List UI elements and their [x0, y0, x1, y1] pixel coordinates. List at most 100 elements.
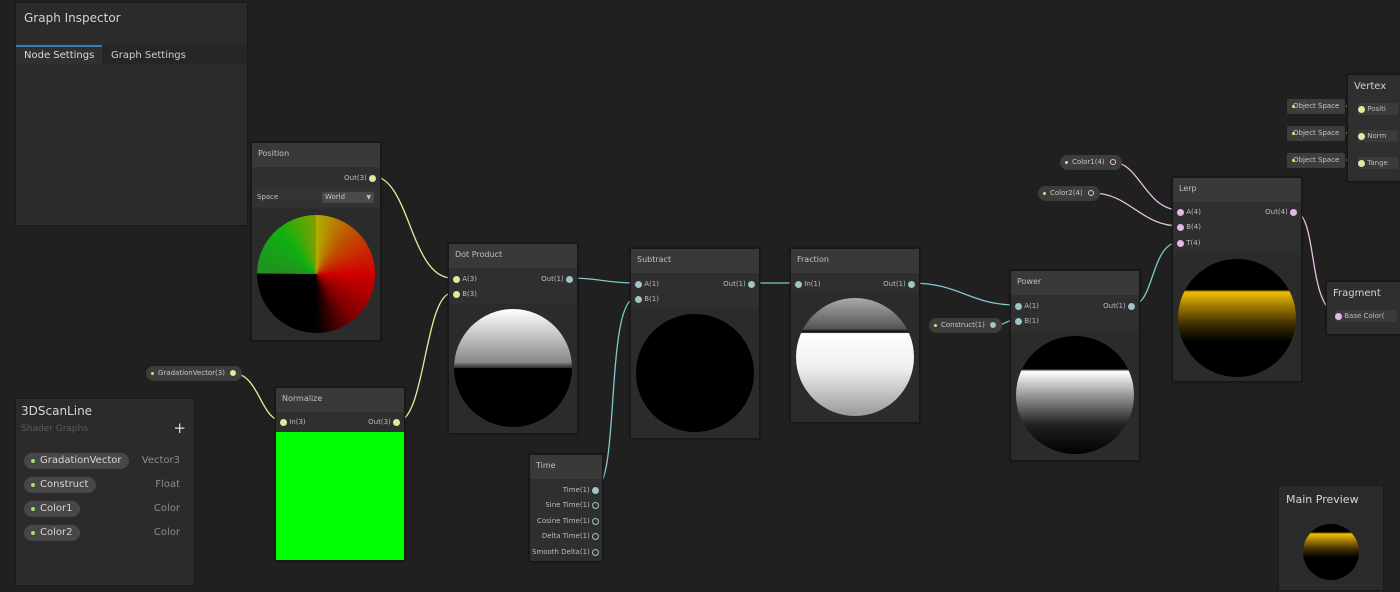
pill-label: Color1(4) [1072, 158, 1105, 166]
port-dot-icon [1335, 312, 1342, 320]
vertex-port-tangent[interactable]: Tange [1358, 157, 1398, 169]
port-smooth-delta[interactable]: Smooth Delta(1) [532, 546, 599, 558]
port-b[interactable]: B(3) [453, 288, 477, 300]
lerp-node[interactable]: Lerp A(4) B(4) T(4) Out(4) [1172, 177, 1302, 382]
port-dot-icon [229, 370, 236, 376]
port-dot-icon [1128, 302, 1135, 310]
port-label: In(3) [289, 418, 306, 426]
port-dot-icon [1109, 159, 1116, 165]
port-dot-icon [592, 548, 599, 556]
power-node[interactable]: Power A(1) B(1) Out(1) [1010, 270, 1140, 461]
port-dot-icon [1177, 223, 1184, 231]
vertex-block[interactable]: Vertex Positi Norm Tange [1347, 74, 1400, 182]
port-label: Out(1) [723, 280, 746, 288]
main-preview-panel[interactable]: Main Preview [1278, 485, 1384, 591]
port-out[interactable]: Out(1) [723, 278, 755, 290]
port-label: Out(3) [344, 174, 367, 182]
port-dot-icon [1177, 208, 1184, 216]
port-dot-icon [566, 275, 573, 283]
position-node[interactable]: Position Out(3) Space World ▼ [251, 142, 381, 341]
property-name: Color2 [40, 527, 73, 538]
port-b[interactable]: B(1) [1015, 315, 1039, 327]
port-dot-icon [635, 280, 642, 288]
port-dot-icon [1087, 190, 1094, 196]
port-label: A(1) [644, 280, 659, 288]
tab-graph-settings[interactable]: Graph Settings [110, 45, 210, 65]
node-title: Power [1011, 271, 1139, 295]
port-dot-icon [1358, 159, 1365, 167]
vertex-title: Vertex [1354, 81, 1387, 92]
fraction-node[interactable]: Fraction In(1) Out(1) [790, 248, 920, 423]
chevron-down-icon: ▼ [366, 194, 371, 201]
node-title: Fraction [791, 249, 919, 273]
preview-sphere [1016, 336, 1134, 454]
port-sine-time[interactable]: Sine Time(1) [545, 499, 599, 511]
port-delta-time[interactable]: Delta Time(1) [542, 530, 599, 542]
port-dot-icon [592, 486, 599, 494]
node-preview [631, 309, 759, 438]
port-t[interactable]: T(4) [1177, 237, 1200, 249]
property-type: Color [153, 503, 180, 514]
port-in[interactable]: In(3) [280, 416, 306, 428]
port-label: In(1) [804, 280, 821, 288]
normalize-node[interactable]: Normalize In(3) Out(3) [275, 387, 405, 561]
color1-property-node[interactable]: Color1(4) [1060, 155, 1122, 170]
port-label: A(3) [462, 275, 477, 283]
port-a[interactable]: A(1) [1015, 300, 1039, 312]
space-label: Space [257, 193, 279, 201]
object-space-position-node[interactable]: Object Space [1287, 99, 1346, 114]
port-out[interactable]: Out(3) [368, 416, 400, 428]
port-dot-icon [592, 501, 599, 509]
pill-label: Object Space [1293, 156, 1340, 164]
port-label: B(1) [1024, 317, 1039, 325]
property-construct[interactable]: Construct [24, 477, 97, 493]
fragment-block[interactable]: Fragment Base Color( [1326, 281, 1400, 335]
port-label: A(1) [1024, 302, 1039, 310]
property-name: GradationVector [40, 455, 122, 466]
object-space-normal-node[interactable]: Object Space [1287, 126, 1346, 141]
vertex-port-position[interactable]: Positi [1358, 103, 1398, 115]
port-out[interactable]: Out(4) [1265, 206, 1297, 218]
port-out[interactable]: Out(1) [541, 273, 573, 285]
construct-property-node[interactable]: Construct(1) [929, 318, 1002, 333]
vertex-port-normal[interactable]: Norm [1358, 130, 1398, 142]
port-out[interactable]: Out(1) [883, 278, 915, 290]
property-color2[interactable]: Color2 [24, 525, 81, 541]
tab-node-settings[interactable]: Node Settings [16, 45, 102, 65]
property-gradationvector[interactable]: GradationVector [24, 453, 130, 469]
dot-product-node[interactable]: Dot Product A(3) B(3) Out(1) [448, 243, 578, 434]
port-b[interactable]: B(1) [635, 293, 659, 305]
object-space-tangent-node[interactable]: Object Space [1287, 153, 1346, 168]
subtract-node[interactable]: Subtract A(1) B(1) Out(1) [630, 248, 760, 439]
fragment-title: Fragment [1333, 288, 1381, 299]
preview-sphere [796, 298, 914, 416]
port-a[interactable]: A(1) [635, 278, 659, 290]
port-a[interactable]: A(4) [1177, 206, 1201, 218]
color2-property-node[interactable]: Color2(4) [1038, 186, 1100, 201]
space-dropdown[interactable]: World ▼ [322, 192, 374, 203]
gradationvector-property-node[interactable]: GradationVector(3) [146, 366, 242, 381]
property-color1[interactable]: Color1 [24, 501, 81, 517]
preview-sphere [257, 215, 375, 333]
port-dot-icon [1177, 239, 1184, 247]
port-label: B(1) [644, 295, 659, 303]
tab-graph-settings-label: Graph Settings [111, 50, 186, 61]
port-cosine-time[interactable]: Cosine Time(1) [537, 515, 599, 527]
inspector-title: Graph Inspector [24, 11, 121, 25]
port-out[interactable]: Out(3) [344, 172, 376, 184]
port-dot-icon [908, 280, 915, 288]
port-a[interactable]: A(3) [453, 273, 477, 285]
port-time[interactable]: Time(1) [563, 484, 599, 496]
port-label: Out(4) [1265, 208, 1288, 216]
pill-label: Object Space [1293, 129, 1340, 137]
add-property-button[interactable]: + [173, 419, 186, 437]
node-title: Position [252, 143, 380, 167]
port-b[interactable]: B(4) [1177, 221, 1201, 233]
port-in[interactable]: In(1) [795, 278, 821, 290]
time-node[interactable]: Time Time(1) Sine Time(1) Cosine Time(1)… [529, 454, 603, 562]
port-out[interactable]: Out(1) [1103, 300, 1135, 312]
fragment-port-base-color[interactable]: Base Color( [1335, 310, 1397, 322]
inspector-tabbar: Node Settings Graph Settings [16, 45, 247, 65]
port-dot-icon [635, 295, 642, 303]
blackboard-title: 3DScanLine [21, 404, 93, 418]
